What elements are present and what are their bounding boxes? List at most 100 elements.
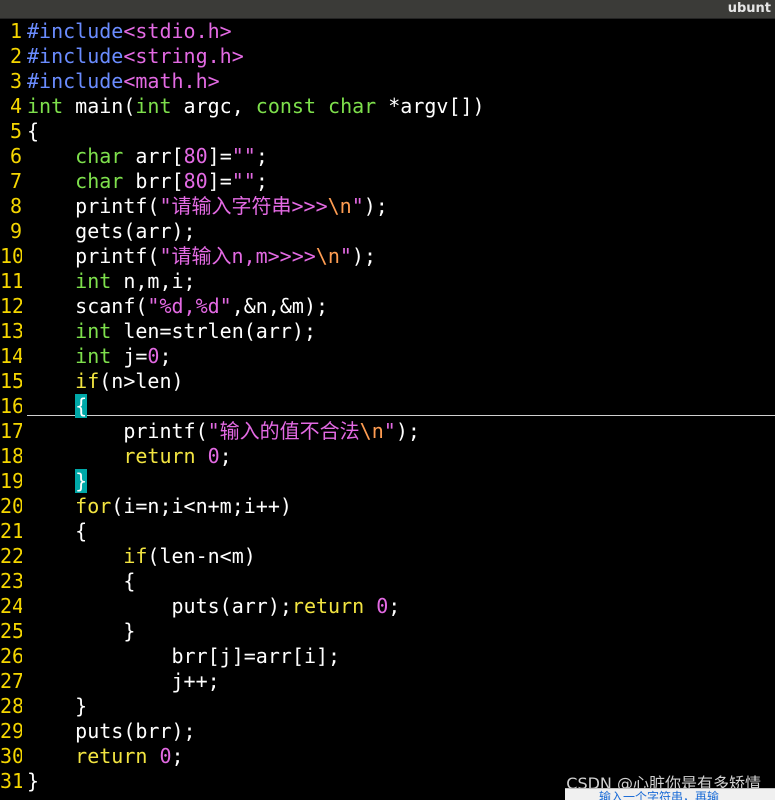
- code-token: <math.h>: [123, 69, 220, 93]
- code-token: "请输入n,m>>>>: [159, 244, 316, 268]
- line-code: #include<stdio.h>: [27, 19, 232, 44]
- code-line[interactable]: 16 {: [0, 394, 775, 419]
- line-number: 21: [0, 519, 22, 543]
- line-number: 5: [9, 119, 22, 143]
- code-line[interactable]: 30 return 0;: [0, 744, 775, 769]
- code-token: }: [27, 694, 88, 718]
- code-line[interactable]: 4 int main(int argc, const char *argv[]): [0, 94, 775, 119]
- code-token: int: [75, 269, 112, 293]
- line-code: int j=0;: [27, 344, 171, 369]
- code-token: if: [75, 369, 100, 393]
- code-token: puts(brr);: [27, 719, 196, 743]
- code-token: {: [27, 569, 136, 593]
- code-line[interactable]: 6 char arr[80]="";: [0, 144, 775, 169]
- line-code: }: [27, 694, 87, 719]
- code-line[interactable]: 7 char brr[80]="";: [0, 169, 775, 194]
- code-line[interactable]: 3 #include<math.h>: [0, 69, 775, 94]
- code-line[interactable]: 28 }: [0, 694, 775, 719]
- code-token: <stdio.h>: [123, 19, 232, 43]
- line-code: #include<math.h>: [27, 69, 220, 94]
- code-token: ;: [388, 594, 401, 618]
- line-code: char arr[80]="";: [27, 144, 268, 169]
- code-token: ;: [171, 744, 184, 768]
- line-number: 23: [0, 569, 22, 593]
- matched-brace: }: [75, 469, 88, 493]
- code-line[interactable]: 13 int len=strlen(arr);: [0, 319, 775, 344]
- code-token: }: [27, 769, 40, 793]
- code-token: (len-n<m): [147, 544, 256, 568]
- line-code: printf("请输入字符串>>>\n");: [27, 194, 388, 219]
- line-code: int main(int argc, const char *argv[]): [27, 94, 485, 119]
- code-line[interactable]: 9 gets(arr);: [0, 219, 775, 244]
- line-code: puts(arr);return 0;: [27, 594, 400, 619]
- line-number: 16: [0, 394, 22, 418]
- code-line[interactable]: 24 puts(arr);return 0;: [0, 594, 775, 619]
- code-line[interactable]: 20 for(i=n;i<n+m;i++): [0, 494, 775, 519]
- code-token: arr[: [123, 144, 184, 168]
- code-line[interactable]: 23 {: [0, 569, 775, 594]
- code-line[interactable]: 12 scanf("%d,%d",&n,&m);: [0, 294, 775, 319]
- line-number: 4: [9, 94, 22, 118]
- code-token: ]=: [207, 144, 232, 168]
- code-line[interactable]: 14 int j=0;: [0, 344, 775, 369]
- code-line[interactable]: 8 printf("请输入字符串>>>\n");: [0, 194, 775, 219]
- code-line[interactable]: 29 puts(brr);: [0, 719, 775, 744]
- code-token: #include: [27, 44, 124, 68]
- code-line[interactable]: 18 return 0;: [0, 444, 775, 469]
- code-token: "请输入字符串>>>: [159, 194, 328, 218]
- code-line[interactable]: 27 j++;: [0, 669, 775, 694]
- line-code: gets(arr);: [27, 219, 196, 244]
- code-token: 0: [147, 344, 160, 368]
- line-number: 29: [0, 719, 22, 743]
- code-token: );: [351, 244, 377, 268]
- code-token: gets(arr);: [27, 219, 196, 243]
- code-line[interactable]: 17 printf("输入的值不合法\n");: [0, 419, 775, 444]
- code-line[interactable]: 5{: [0, 119, 775, 144]
- input-popup-bar: 输入一个字符串，再输: [565, 788, 775, 800]
- code-line[interactable]: 10 printf("请输入n,m>>>>\n");: [0, 244, 775, 269]
- code-line[interactable]: 11 int n,m,i;: [0, 269, 775, 294]
- code-line[interactable]: 1 #include<stdio.h>: [0, 19, 775, 44]
- code-token: brr[j]=arr[i];: [27, 644, 341, 668]
- code-token: (n>len): [99, 369, 184, 393]
- code-line[interactable]: 2 #include<string.h>: [0, 44, 775, 69]
- code-line[interactable]: 15 if(n>len): [0, 369, 775, 394]
- line-code: char brr[80]="";: [27, 169, 268, 194]
- code-token: char: [75, 169, 124, 193]
- line-number: 20: [0, 494, 22, 518]
- code-token: return: [123, 444, 196, 468]
- code-line[interactable]: 25 }: [0, 619, 775, 644]
- line-code: puts(brr);: [27, 719, 196, 744]
- code-token: int: [75, 319, 112, 343]
- code-token: int: [27, 94, 64, 118]
- line-number: 14: [0, 344, 22, 368]
- code-token: "%d,%d": [147, 294, 232, 318]
- code-token: ]=: [207, 169, 232, 193]
- code-token: );: [395, 419, 420, 443]
- popup-text: 输入一个字符串，再输: [599, 790, 720, 800]
- code-token: ;: [219, 444, 232, 468]
- code-line[interactable]: 26 brr[j]=arr[i];: [0, 644, 775, 669]
- code-token: "": [231, 144, 256, 168]
- vim-editor[interactable]: 1 #include<stdio.h> 2 #include<string.h> 3 #i…: [0, 19, 775, 800]
- line-code: return 0;: [27, 444, 232, 469]
- code-token: const char: [255, 94, 377, 118]
- code-token: ": [339, 244, 352, 268]
- code-token: printf(: [27, 244, 160, 268]
- code-token: #include: [27, 69, 124, 93]
- code-token: return: [75, 744, 148, 768]
- code-line[interactable]: 19 }: [0, 469, 775, 494]
- code-line[interactable]: 21 {: [0, 519, 775, 544]
- line-code: return 0;: [27, 744, 184, 769]
- code-line[interactable]: 22 if(len-n<m): [0, 544, 775, 569]
- line-number: 6: [9, 144, 22, 168]
- line-number: 17: [0, 419, 22, 443]
- code-token: *argv[]): [376, 94, 485, 118]
- code-token: {: [27, 519, 88, 543]
- window-title: ubunt: [727, 1, 771, 16]
- line-number: 18: [0, 444, 22, 468]
- matched-brace: {: [75, 394, 88, 418]
